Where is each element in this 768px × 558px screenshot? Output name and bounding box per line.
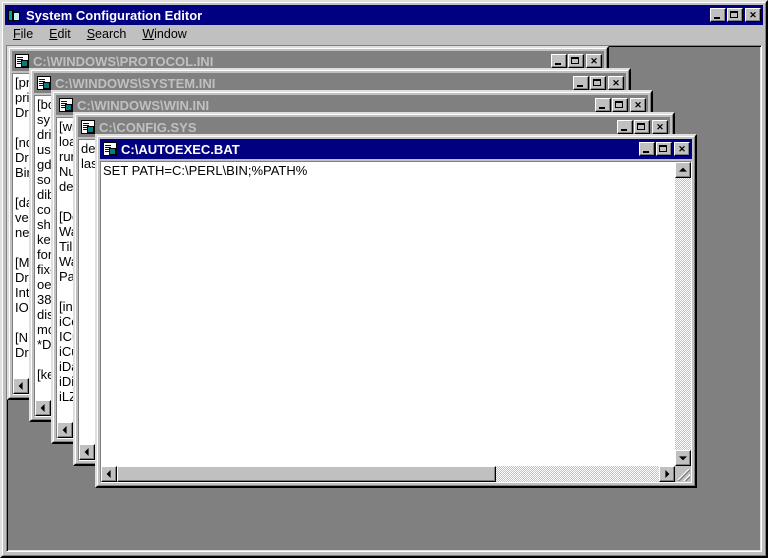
mdi-child-protocol-ini-close-button[interactable]: ✕ [586, 54, 602, 68]
scroll-down-arrow-icon[interactable] [675, 450, 691, 466]
text-line: SET PATH=C:\PERL\BIN;%PATH% [103, 163, 308, 178]
document-icon[interactable] [36, 75, 52, 91]
h-scroll-track[interactable] [117, 466, 659, 482]
document-icon[interactable] [58, 97, 74, 113]
menu-bar: File Edit Search Window [3, 25, 765, 44]
mdi-child-autoexec-bat-edit-area[interactable]: SET PATH=C:\PERL\BIN;%PATH% [100, 161, 692, 483]
application-title: System Configuration Editor [26, 7, 203, 23]
mdi-child-autoexec-bat-inner: C:\AUTOEXEC.BAT ✕ SET PATH=C:\PERL\BIN;%PA… [97, 136, 695, 486]
scroll-up-arrow-icon[interactable] [675, 162, 691, 178]
scroll-left-arrow-icon[interactable] [57, 422, 73, 438]
mdi-child-autoexec-bat-close-button[interactable]: ✕ [674, 142, 690, 156]
mdi-child-system-ini-minimize-button[interactable] [573, 76, 589, 90]
scroll-left-arrow-icon[interactable] [35, 400, 51, 416]
scroll-left-arrow-icon[interactable] [13, 378, 29, 394]
document-icon[interactable] [14, 53, 30, 69]
application-window-inner: System Configuration Editor ✕ File Edit … [2, 2, 766, 556]
mdi-child-autoexec-bat-text[interactable]: SET PATH=C:\PERL\BIN;%PATH% [101, 162, 675, 466]
mdi-child-win-ini-title: C:\WINDOWS\WIN.INI [77, 97, 210, 113]
mdi-child-win-ini-minimize-button[interactable] [595, 98, 611, 112]
minimize-button[interactable] [710, 8, 726, 22]
scroll-right-arrow-icon[interactable] [659, 466, 675, 482]
maximize-button[interactable] [727, 8, 743, 22]
application-titlebar[interactable]: System Configuration Editor ✕ [5, 5, 763, 25]
v-scroll-track[interactable] [675, 178, 691, 450]
menu-window-label: indow [154, 27, 187, 41]
menu-file-label: ile [20, 27, 34, 41]
resize-grip[interactable] [675, 466, 691, 482]
mdi-child-win-ini-maximize-button[interactable] [612, 98, 628, 112]
mdi-child-autoexec-bat[interactable]: C:\AUTOEXEC.BAT ✕ SET PATH=C:\PERL\BIN;%PA… [95, 134, 697, 488]
menu-window[interactable]: Window [134, 26, 194, 43]
menu-file[interactable]: File [5, 26, 41, 43]
mdi-child-autoexec-bat-maximize-button[interactable] [656, 142, 672, 156]
mdi-child-protocol-ini-titlebar-buttons: ✕ [550, 54, 602, 68]
mdi-child-system-ini-maximize-button[interactable] [590, 76, 606, 90]
application-titlebar-buttons: ✕ [709, 8, 761, 22]
menu-edit[interactable]: Edit [41, 26, 79, 43]
menu-edit-label: dit [57, 27, 71, 41]
h-scroll-thumb[interactable] [117, 466, 497, 482]
mdi-child-system-ini-title: C:\WINDOWS\SYSTEM.INI [55, 75, 216, 91]
document-icon[interactable] [102, 141, 118, 157]
mdi-child-config-sys-title: C:\CONFIG.SYS [99, 119, 197, 135]
menu-search[interactable]: Search [79, 26, 135, 43]
mdi-child-config-sys-titlebar-buttons: ✕ [616, 120, 668, 134]
screen: System Configuration Editor ✕ File Edit … [0, 0, 768, 558]
menu-search-label: earch [95, 27, 127, 41]
scroll-left-arrow-icon[interactable] [101, 466, 117, 482]
mdi-child-autoexec-bat-title: C:\AUTOEXEC.BAT [121, 141, 240, 157]
mdi-child-autoexec-bat-minimize-button[interactable] [639, 142, 655, 156]
mdi-child-config-sys-minimize-button[interactable] [617, 120, 633, 134]
mdi-child-protocol-ini-maximize-button[interactable] [568, 54, 584, 68]
mdi-child-system-ini-close-button[interactable]: ✕ [608, 76, 624, 90]
mdi-child-autoexec-bat-v-scrollbar[interactable] [675, 162, 691, 466]
scroll-left-arrow-icon[interactable] [79, 444, 95, 460]
mdi-child-protocol-ini-title: C:\WINDOWS\PROTOCOL.INI [33, 53, 214, 69]
mdi-child-autoexec-bat-h-scrollbar[interactable] [101, 466, 691, 482]
mdi-child-win-ini-titlebar-buttons: ✕ [594, 98, 646, 112]
mdi-child-autoexec-bat-edit-row: SET PATH=C:\PERL\BIN;%PATH% [101, 162, 691, 466]
application-window: System Configuration Editor ✕ File Edit … [0, 0, 768, 558]
mdi-child-config-sys-maximize-button[interactable] [634, 120, 650, 134]
close-button[interactable]: ✕ [745, 8, 761, 22]
mdi-child-autoexec-bat-titlebar[interactable]: C:\AUTOEXEC.BAT ✕ [100, 139, 692, 159]
mdi-client-area: C:\WINDOWS\PROTOCOL.INI ✕ [pr pri Dri [nd Dri… [6, 45, 762, 552]
mdi-child-win-ini-close-button[interactable]: ✕ [630, 98, 646, 112]
mdi-child-system-ini-titlebar-buttons: ✕ [572, 76, 624, 90]
mdi-child-protocol-ini-minimize-button[interactable] [551, 54, 567, 68]
sysedit-icon [7, 7, 23, 23]
document-icon[interactable] [80, 119, 96, 135]
mdi-child-autoexec-bat-titlebar-buttons: ✕ [638, 142, 690, 156]
mdi-child-config-sys-close-button[interactable]: ✕ [652, 120, 668, 134]
